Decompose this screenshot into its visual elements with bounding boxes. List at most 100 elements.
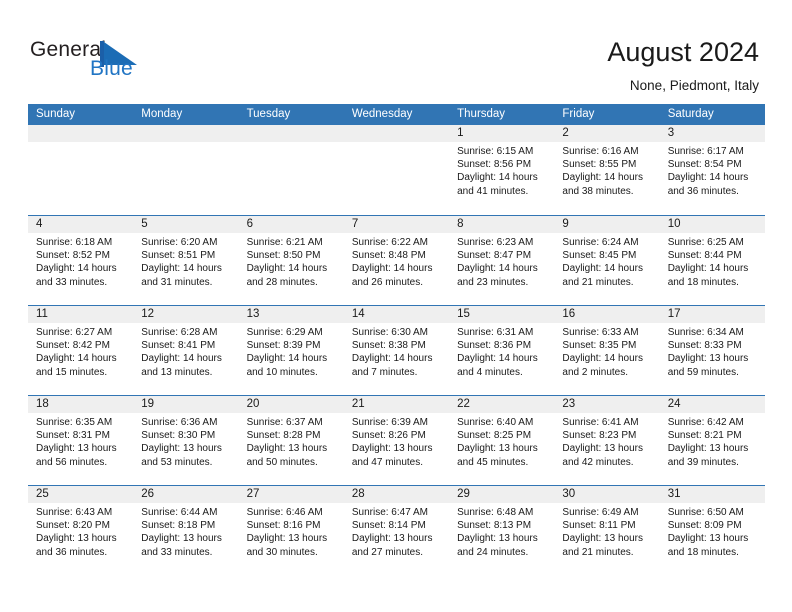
day-cell[interactable]: 4 Sunrise: 6:18 AM Sunset: 8:52 PM Daylight…: [28, 216, 134, 305]
day-details: Sunrise: 6:48 AM Sunset: 8:13 PM Daylight:…: [449, 503, 554, 559]
sunrise-text: Sunrise: 6:18 AM: [36, 237, 113, 248]
day-cell[interactable]: 8 Sunrise: 6:23 AM Sunset: 8:47 PM Daylight…: [449, 216, 555, 305]
day-details: Sunrise: 6:46 AM Sunset: 8:16 PM Daylight:…: [239, 503, 344, 559]
sunrise-text: Sunrise: 6:37 AM: [246, 417, 323, 428]
day-cell[interactable]: 23 Sunrise: 6:41 AM Sunset: 8:23 PM Dayligh…: [554, 396, 660, 485]
day-details: Sunrise: 6:49 AM Sunset: 8:11 PM Daylight:…: [554, 503, 659, 559]
day-number-band: 12: [133, 306, 239, 323]
day-number-band: [133, 125, 239, 142]
daylight-text: Daylight: 13 hours and 39 minutes.: [667, 443, 749, 468]
day-cell[interactable]: 1 Sunrise: 6:15 AM Sunset: 8:56 PM Daylight…: [449, 125, 555, 215]
day-number-band: 23: [554, 396, 660, 413]
daylight-text: Daylight: 13 hours and 24 minutes.: [457, 533, 538, 558]
page-title: August 2024: [607, 37, 759, 67]
calendar-week-row: 18 Sunrise: 6:35 AM Sunset: 8:31 PM Dayligh…: [28, 395, 765, 485]
day-number: 26: [141, 488, 155, 500]
sunrise-text: Sunrise: 6:30 AM: [351, 327, 428, 338]
day-number-band: [238, 125, 344, 142]
day-details: Sunrise: 6:40 AM Sunset: 8:25 PM Daylight:…: [449, 413, 554, 469]
sunset-text: Sunset: 8:26 PM: [351, 430, 426, 442]
daylight-text: Daylight: 14 hours and 18 minutes.: [667, 263, 749, 288]
day-number: 7: [351, 218, 359, 230]
day-details: Sunrise: 6:31 AM Sunset: 8:36 PM Daylight:…: [449, 323, 554, 379]
day-cell[interactable]: 11 Sunrise: 6:27 AM Sunset: 8:42 PM Dayligh…: [28, 306, 134, 395]
day-number-band: 29: [449, 486, 555, 503]
day-number: 2: [562, 127, 569, 139]
daylight-text: Daylight: 13 hours and 21 minutes.: [562, 533, 644, 558]
day-number-band: 8: [449, 216, 555, 233]
sunset-text: Sunset: 8:39 PM: [246, 340, 321, 352]
day-number: 21: [351, 398, 365, 410]
sunset-text: Sunset: 8:54 PM: [667, 159, 742, 171]
daylight-text: Daylight: 14 hours and 26 minutes.: [351, 263, 433, 288]
sunrise-text: Sunrise: 6:17 AM: [667, 146, 744, 157]
sunset-text: Sunset: 8:44 PM: [667, 250, 742, 262]
brand-logo[interactable]: General Blue: [30, 38, 270, 94]
day-cell[interactable]: 22 Sunrise: 6:40 AM Sunset: 8:25 PM Dayligh…: [449, 396, 555, 485]
day-cell[interactable]: 16 Sunrise: 6:33 AM Sunset: 8:35 PM Dayligh…: [554, 306, 660, 395]
day-details: Sunrise: 6:42 AM Sunset: 8:21 PM Daylight:…: [660, 413, 765, 469]
day-number-band: 9: [554, 216, 660, 233]
weekday-header-monday: Monday: [141, 108, 183, 120]
calendar-week-row: 4 Sunrise: 6:18 AM Sunset: 8:52 PM Daylight…: [28, 215, 765, 305]
day-cell[interactable]: 30 Sunrise: 6:49 AM Sunset: 8:11 PM Dayligh…: [554, 486, 660, 575]
day-cell[interactable]: 21 Sunrise: 6:39 AM Sunset: 8:26 PM Dayligh…: [343, 396, 450, 485]
day-cell[interactable]: 6 Sunrise: 6:21 AM Sunset: 8:50 PM Daylight…: [238, 216, 344, 305]
daylight-text: Daylight: 13 hours and 33 minutes.: [141, 533, 222, 558]
day-cell[interactable]: 26 Sunrise: 6:44 AM Sunset: 8:18 PM Dayligh…: [133, 486, 239, 575]
day-cell[interactable]: 17 Sunrise: 6:34 AM Sunset: 8:33 PM Dayligh…: [659, 306, 765, 395]
day-cell[interactable]: 31 Sunrise: 6:50 AM Sunset: 8:09 PM Dayligh…: [659, 486, 765, 575]
day-number: 14: [351, 308, 365, 320]
day-details: Sunrise: 6:50 AM Sunset: 8:09 PM Daylight:…: [660, 503, 765, 559]
day-cell[interactable]: 18 Sunrise: 6:35 AM Sunset: 8:31 PM Dayligh…: [28, 396, 134, 485]
day-cell[interactable]: 29 Sunrise: 6:48 AM Sunset: 8:13 PM Dayligh…: [449, 486, 555, 575]
day-cell[interactable]: 15 Sunrise: 6:31 AM Sunset: 8:36 PM Dayligh…: [449, 306, 555, 395]
day-cell[interactable]: 2 Sunrise: 6:16 AM Sunset: 8:55 PM Daylight…: [554, 125, 660, 215]
day-details: Sunrise: 6:29 AM Sunset: 8:39 PM Daylight:…: [239, 323, 344, 379]
day-details: Sunrise: 6:22 AM Sunset: 8:48 PM Daylight:…: [344, 233, 449, 289]
day-cell[interactable]: 14 Sunrise: 6:30 AM Sunset: 8:38 PM Dayligh…: [343, 306, 450, 395]
day-number-band: 2: [554, 125, 660, 142]
daylight-text: Daylight: 14 hours and 10 minutes.: [246, 353, 328, 378]
daylight-text: Daylight: 14 hours and 7 minutes.: [351, 353, 433, 378]
weekday-header-sunday: Sunday: [36, 108, 76, 120]
daylight-text: Daylight: 13 hours and 53 minutes.: [141, 443, 222, 468]
day-number: 12: [141, 308, 155, 320]
day-cell[interactable]: 24 Sunrise: 6:42 AM Sunset: 8:21 PM Dayligh…: [659, 396, 765, 485]
day-number-band: [343, 125, 450, 142]
day-cell[interactable]: 9 Sunrise: 6:24 AM Sunset: 8:45 PM Daylight…: [554, 216, 660, 305]
day-cell[interactable]: 3 Sunrise: 6:17 AM Sunset: 8:54 PM Daylight…: [659, 125, 765, 215]
sunset-text: Sunset: 8:25 PM: [457, 430, 532, 442]
day-cell[interactable]: 25 Sunrise: 6:43 AM Sunset: 8:20 PM Dayligh…: [28, 486, 134, 575]
day-cell[interactable]: 19 Sunrise: 6:36 AM Sunset: 8:30 PM Dayligh…: [133, 396, 239, 485]
day-cell[interactable]: 12 Sunrise: 6:28 AM Sunset: 8:41 PM Dayligh…: [133, 306, 239, 395]
daylight-text: Daylight: 13 hours and 42 minutes.: [562, 443, 644, 468]
day-number: 31: [667, 488, 681, 500]
day-cell[interactable]: 27 Sunrise: 6:46 AM Sunset: 8:16 PM Dayligh…: [238, 486, 344, 575]
daylight-text: Daylight: 14 hours and 36 minutes.: [667, 172, 749, 197]
sunrise-text: Sunrise: 6:35 AM: [36, 417, 113, 428]
daylight-text: Daylight: 13 hours and 47 minutes.: [351, 443, 433, 468]
day-cell[interactable]: 7 Sunrise: 6:22 AM Sunset: 8:48 PM Daylight…: [343, 216, 450, 305]
day-cell[interactable]: 5 Sunrise: 6:20 AM Sunset: 8:51 PM Daylight…: [133, 216, 239, 305]
sunset-text: Sunset: 8:14 PM: [351, 520, 426, 532]
weekday-header-friday: Friday: [562, 108, 595, 120]
sunset-text: Sunset: 8:21 PM: [667, 430, 742, 442]
day-details: Sunrise: 6:16 AM Sunset: 8:55 PM Daylight:…: [554, 142, 659, 198]
day-cell[interactable]: 20 Sunrise: 6:37 AM Sunset: 8:28 PM Dayligh…: [238, 396, 344, 485]
day-details: Sunrise: 6:27 AM Sunset: 8:42 PM Daylight:…: [28, 323, 133, 379]
calendar-weeks: 1 Sunrise: 6:15 AM Sunset: 8:56 PM Daylight…: [28, 125, 765, 575]
day-details: Sunrise: 6:47 AM Sunset: 8:14 PM Daylight:…: [344, 503, 449, 559]
daylight-text: Daylight: 14 hours and 33 minutes.: [36, 263, 117, 288]
calendar-week-row: 11 Sunrise: 6:27 AM Sunset: 8:42 PM Dayligh…: [28, 305, 765, 395]
day-cell[interactable]: 10 Sunrise: 6:25 AM Sunset: 8:44 PM Dayligh…: [659, 216, 765, 305]
day-number: 30: [562, 488, 576, 500]
day-details: Sunrise: 6:21 AM Sunset: 8:50 PM Daylight:…: [239, 233, 344, 289]
sunset-text: Sunset: 8:52 PM: [36, 250, 110, 262]
daylight-text: Daylight: 13 hours and 50 minutes.: [246, 443, 328, 468]
day-cell[interactable]: 28 Sunrise: 6:47 AM Sunset: 8:14 PM Dayligh…: [343, 486, 450, 575]
day-number: 22: [457, 398, 470, 410]
weekday-header-thursday: Thursday: [457, 108, 506, 120]
day-cell[interactable]: 13 Sunrise: 6:29 AM Sunset: 8:39 PM Dayligh…: [238, 306, 344, 395]
sunrise-text: Sunrise: 6:44 AM: [141, 507, 218, 518]
